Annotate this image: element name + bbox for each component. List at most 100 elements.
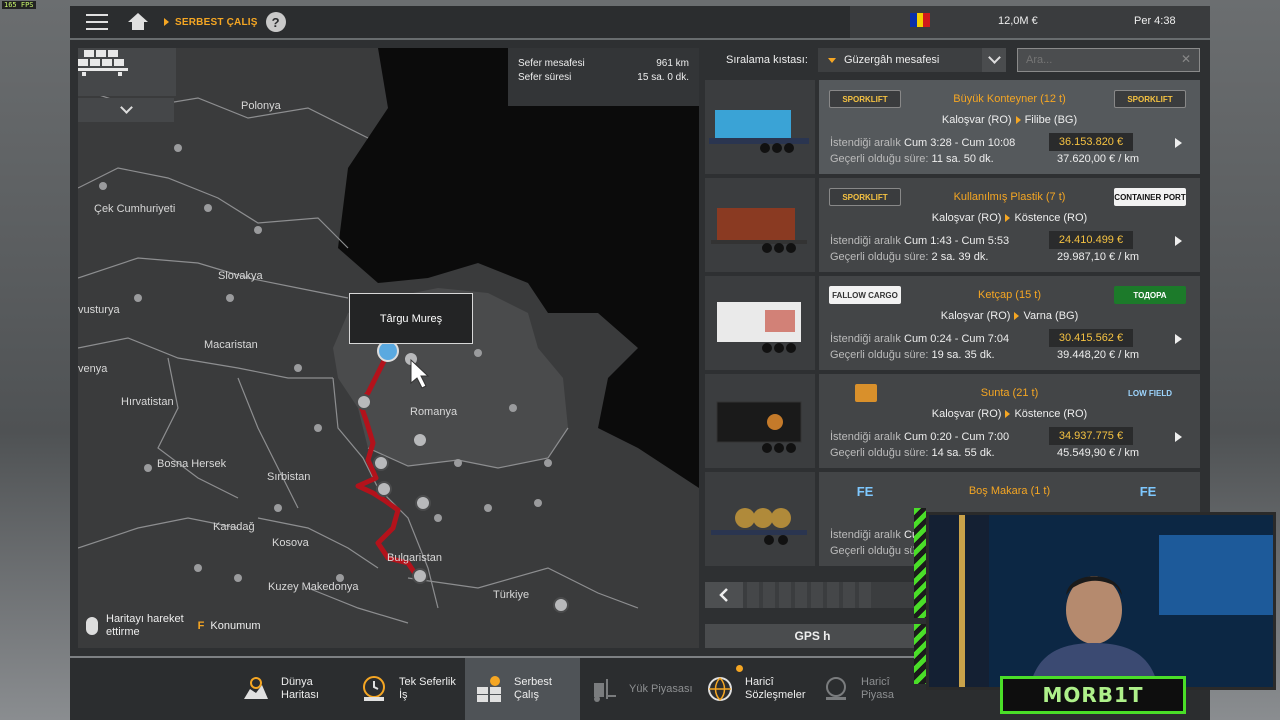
country-label: Polonya: [241, 100, 281, 112]
play-arrow-icon[interactable]: [1175, 432, 1182, 442]
origin: Kaloşvar (RO): [931, 408, 1002, 420]
country-label: vusturya: [78, 304, 120, 316]
chevron-down-icon: [987, 51, 1001, 64]
route: Kaloşvar (RO) Köstence (RO): [819, 408, 1200, 420]
arrow-right-icon: [1005, 410, 1011, 419]
valid-label: Geçerli olduğu süre:: [830, 153, 929, 165]
clear-search-icon[interactable]: ✕: [1181, 52, 1191, 66]
nav-external-market[interactable]: Haricî Piyasa: [822, 658, 922, 720]
job-card[interactable]: FALLOW CARGO ТОДОРА Ketçap (15 t) Kaloşv…: [705, 276, 1200, 370]
menu-icon[interactable]: [86, 14, 108, 30]
country-label: Çek Cumhuriyeti: [94, 203, 176, 215]
page-indicator[interactable]: [827, 582, 839, 608]
job-card[interactable]: LOW FIELD Sunta (21 t) Kaloşvar (RO) Köst…: [705, 374, 1200, 468]
page-indicator[interactable]: [747, 582, 759, 608]
cargo-view-toggle[interactable]: [78, 48, 176, 96]
chevron-left-icon: [719, 588, 728, 602]
route: Kaloşvar (RO) Filibe (BG): [819, 114, 1200, 126]
gps-button[interactable]: GPS h: [705, 624, 920, 648]
origin: Kaloşvar (RO): [931, 212, 1002, 224]
cargo-title: Kullanılmış Plastik (7 t): [953, 191, 1066, 203]
play-arrow-icon[interactable]: [1175, 334, 1182, 344]
webcam-feed: [926, 512, 1276, 690]
job-list: SPORKLIFT SPORKLIFT Büyük Konteyner (12 …: [705, 80, 1200, 566]
mouse-icon: [86, 617, 98, 635]
top-bar: SERBEST ÇALIŞ ? 12,0M € Per 4:38: [70, 6, 1210, 38]
valid-value: 14 sa. 55 dk.: [931, 447, 995, 459]
game-clock: Per 4:38: [1134, 15, 1176, 27]
price-per-km: 29.987,10 € / km: [1057, 251, 1139, 263]
page-indicator[interactable]: [811, 582, 823, 608]
duration-label: Sefer süresi: [518, 72, 572, 83]
sort-select[interactable]: Güzergâh mesafesi: [818, 48, 1006, 72]
clock-icon: [360, 675, 388, 703]
fast-forward-icon[interactable]: [1175, 236, 1182, 246]
country-label: Sırbistan: [267, 471, 311, 483]
country-label: venya: [78, 363, 108, 375]
arrow-right-icon: [1005, 214, 1011, 223]
route: Kaloşvar (RO) Varna (BG): [819, 310, 1200, 322]
fps-counter: 165 FPS: [2, 1, 36, 9]
my-location-button[interactable]: Konumum: [210, 620, 260, 632]
nav-label: Tek Seferlik İş: [399, 676, 456, 701]
trailer-image: [705, 80, 815, 174]
country-label: Bulgaristan: [387, 552, 443, 564]
route-map[interactable]: Polonya Çek Cumhuriyeti Slovakya vustury…: [78, 48, 699, 648]
help-button[interactable]: ?: [265, 12, 286, 32]
nav-label: Serbest Çalış: [514, 676, 552, 701]
country-label: Kosova: [272, 537, 309, 549]
trailer-image: [705, 472, 815, 566]
valid-label: Geçerli olduğu süre:: [830, 251, 929, 263]
country-label: Slovakya: [218, 270, 263, 282]
page-indicator[interactable]: [843, 582, 855, 608]
home-icon[interactable]: [128, 13, 148, 31]
trip-info-panel: Sefer mesafesi 961 km Sefer süresi 15 sa. …: [508, 48, 699, 106]
notification-dot: [736, 665, 743, 672]
country-label: Bosna Hersek: [157, 458, 227, 470]
arrow-right-icon: [1014, 312, 1020, 321]
cargo-title: Büyük Konteyner (12 t): [953, 93, 1066, 105]
range-value: Cum 0:20 - Cum 7:00: [904, 431, 1010, 443]
job-price: 36.153.820 €: [1049, 133, 1133, 151]
valid-value: 2 sa. 39 dk.: [931, 251, 989, 263]
page-indicator[interactable]: [859, 582, 871, 608]
play-arrow-icon[interactable]: [1175, 138, 1182, 148]
cargo-title: Sunta (21 t): [980, 387, 1039, 399]
range-label: İstendiği aralık: [830, 235, 901, 247]
page-indicator[interactable]: [795, 582, 807, 608]
nav-freelance[interactable]: Serbest Çalış: [465, 658, 580, 720]
trailer-image: [705, 374, 815, 468]
job-pager: [705, 582, 920, 608]
nav-label: Yük Piyasası: [629, 682, 693, 695]
page-indicator[interactable]: [763, 582, 775, 608]
nav-external-contracts[interactable]: Haricî Sözleşmeler: [706, 658, 816, 720]
nav-cargo-market[interactable]: Yük Piyasası: [590, 658, 700, 720]
range-label: İstendiği aralık: [830, 137, 901, 149]
webcam-overlay: MORB1T: [914, 500, 1280, 714]
range-value: Cum 1:43 - Cum 5:53: [904, 235, 1010, 247]
destination: Köstence (RO): [1014, 408, 1088, 420]
streamer-name: MORB1T: [1000, 676, 1186, 714]
sort-label: Sıralama kıstası:: [726, 54, 808, 66]
globe-forklift-icon: [822, 675, 850, 703]
valid-label: Geçerli olduğu süre:: [830, 447, 929, 459]
nav-single-job[interactable]: Tek Seferlik İş: [360, 658, 465, 720]
origin: Kaloşvar (RO): [941, 114, 1012, 126]
page-indicator[interactable]: [779, 582, 791, 608]
trailer-image: [705, 178, 815, 272]
romania-flag-icon: [910, 13, 931, 27]
sort-dropdown-button[interactable]: [982, 48, 1006, 72]
search-input[interactable]: [1017, 48, 1200, 72]
boxes-icon: [475, 675, 503, 703]
previous-page-button[interactable]: [705, 582, 743, 608]
chevron-down-icon: [119, 101, 133, 114]
breadcrumb[interactable]: SERBEST ÇALIŞ: [175, 17, 258, 28]
range-label: İstendiği aralık: [830, 529, 901, 541]
job-card[interactable]: SPORKLIFT SPORKLIFT Büyük Konteyner (12 …: [705, 80, 1200, 174]
price-per-km: 45.549,90 € / km: [1057, 447, 1139, 459]
job-card[interactable]: SPORKLIFT CONTAINER PORT Kullanılmış Pla…: [705, 178, 1200, 272]
expand-button[interactable]: [78, 98, 174, 122]
range-label: İstendiği aralık: [830, 431, 901, 443]
nav-world-map[interactable]: Dünya Haritası: [242, 658, 352, 720]
distance-label: Sefer mesafesi: [518, 58, 585, 69]
